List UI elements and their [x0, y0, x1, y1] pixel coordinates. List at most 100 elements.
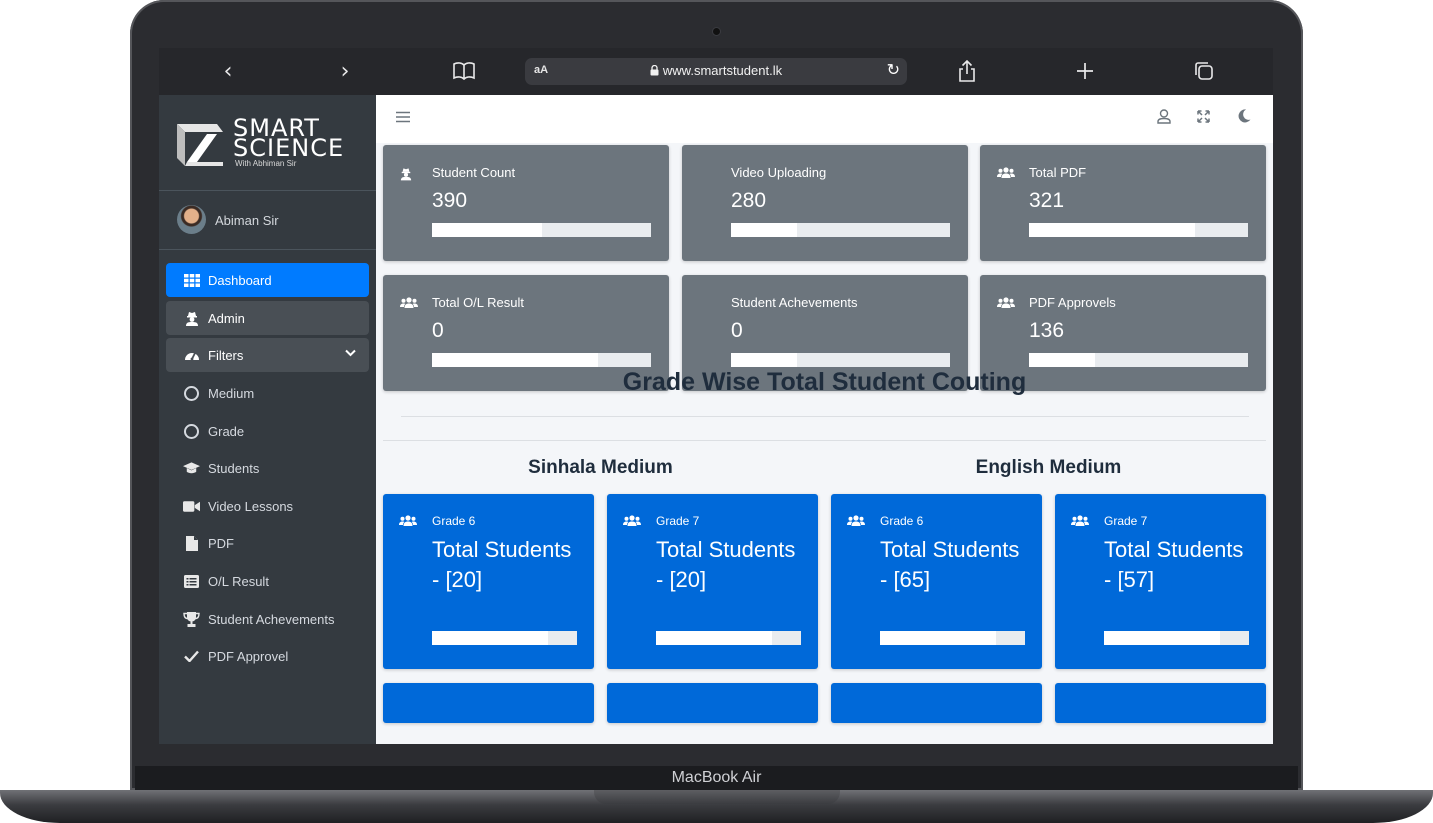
stat-label: PDF Approvels: [1029, 295, 1116, 310]
sidebar-item-label: Grade: [208, 424, 245, 439]
grade-card: Grade 7 Total Students - [20]: [607, 494, 818, 669]
progress-fill: [731, 223, 797, 237]
dark-mode-icon[interactable]: [1238, 109, 1251, 127]
sidebar-item-label: Filters: [208, 348, 244, 363]
fullscreen-icon[interactable]: [1197, 109, 1210, 127]
address-bar[interactable]: aA www.smartstudent.lk ↻: [525, 58, 907, 85]
chevron-down-icon[interactable]: [345, 346, 356, 360]
sidebar-item-ol-result[interactable]: O/L Result: [166, 564, 369, 598]
grade-label: Grade 6: [880, 514, 924, 528]
progress-bar: [432, 353, 651, 367]
grade-card: [607, 683, 818, 723]
sidebar-item-filters[interactable]: Filters: [166, 338, 369, 372]
stat-label: Video Uploading: [731, 165, 827, 180]
divider: [383, 440, 1266, 441]
video-icon: [183, 498, 200, 514]
users-icon: [1071, 515, 1089, 529]
grid-icon: [183, 272, 200, 288]
stat-value: 0: [432, 319, 444, 342]
sidebar-item-dashboard[interactable]: Dashboard: [166, 263, 369, 297]
progress-fill: [731, 353, 797, 367]
sidebar-item-pdf-approvel[interactable]: PDF Approvel: [166, 639, 369, 673]
sidebar-item-label: Dashboard: [208, 273, 272, 288]
progress-bar: [731, 353, 950, 367]
sidebar-item-students[interactable]: Students: [166, 451, 369, 485]
progress-bar: [1104, 631, 1249, 645]
grade-card: [1055, 683, 1266, 723]
stat-value: 0: [731, 319, 743, 342]
divider: [401, 416, 1249, 417]
user-secret-icon: [183, 310, 200, 326]
list-icon: [183, 573, 200, 589]
users-icon: [400, 297, 418, 311]
url-value: www.smartstudent.lk: [662, 63, 783, 78]
stat-label: Student Count: [432, 165, 516, 180]
sidebar-item-label: Students: [208, 461, 260, 476]
stat-value: 280: [731, 189, 767, 212]
grade-total: Total Students - [65]: [880, 537, 1020, 592]
stat-card-student-count: Student Count 390: [383, 145, 669, 261]
progress-bar: [432, 223, 651, 237]
progress-bar: [880, 631, 1025, 645]
progress-fill: [432, 631, 548, 645]
reload-icon[interactable]: ↻: [887, 60, 900, 79]
graduation-cap-icon: [183, 460, 200, 476]
grade-card: Grade 6 Total Students - [20]: [383, 494, 594, 669]
sidebar-item-medium[interactable]: Medium: [166, 376, 369, 410]
bookmarks-icon[interactable]: [449, 58, 479, 84]
forward-icon[interactable]: ›: [330, 58, 360, 84]
browser-toolbar: ‹ › aA www.smartstudent.lk ↻: [159, 48, 1273, 95]
grade-card: [383, 683, 594, 723]
stat-label: Total O/L Result: [432, 295, 525, 310]
progress-fill: [656, 631, 772, 645]
progress-fill: [880, 631, 996, 645]
progress-fill: [1104, 631, 1220, 645]
progress-bar: [1029, 223, 1248, 237]
page-heading: Grade Wise Total Student Couting: [622, 368, 1027, 396]
sinhala-medium-title: Sinhala Medium: [528, 457, 673, 478]
sidebar-item-pdf[interactable]: PDF: [166, 526, 369, 560]
menu-toggle-icon[interactable]: [396, 109, 410, 127]
users-icon: [623, 515, 641, 529]
sidebar-item-label: Video Lessons: [208, 499, 294, 514]
file-icon: [183, 535, 200, 551]
brand-logo[interactable]: SMART SCIENCE With Abhiman Sir: [177, 116, 367, 169]
main-content: Student Count 390 Video Uploading 280 To…: [376, 143, 1273, 744]
stat-label: Total PDF: [1029, 165, 1087, 180]
progress-fill: [1029, 223, 1196, 237]
top-navbar: [376, 95, 1273, 143]
sidebar-divider: [159, 190, 376, 191]
user-icon[interactable]: [1157, 109, 1171, 128]
logo-mark-icon: [177, 124, 223, 166]
grade-label: Grade 7: [656, 514, 700, 528]
new-tab-icon[interactable]: [1070, 58, 1100, 84]
grade-total: Total Students - [57]: [1104, 537, 1244, 592]
sidebar-item-video-lessons[interactable]: Video Lessons: [166, 489, 369, 523]
sidebar: SMART SCIENCE With Abhiman Sir Abiman Si…: [159, 95, 376, 744]
progress-bar: [731, 223, 950, 237]
sidebar-item-label: Admin: [208, 311, 245, 326]
circle-icon: [183, 385, 200, 401]
screen: ‹ › aA www.smartstudent.lk ↻ SMART SCIEN…: [159, 48, 1273, 744]
circle-icon: [183, 423, 200, 439]
sidebar-item-grade[interactable]: Grade: [166, 414, 369, 448]
back-icon[interactable]: ‹: [213, 58, 243, 84]
tachometer-icon: [183, 347, 200, 363]
users-icon: [399, 515, 417, 529]
grade-label: Grade 6: [432, 514, 476, 528]
stat-value: 136: [1029, 319, 1065, 342]
stat-card-video-uploading: Video Uploading 280: [682, 145, 968, 261]
sidebar-item-label: PDF: [208, 536, 234, 551]
lock-icon: [650, 64, 659, 76]
url-text: www.smartstudent.lk: [525, 63, 907, 78]
stat-card-total-pdf: Total PDF 321: [980, 145, 1266, 261]
sidebar-item-student-achevements[interactable]: Student Achevements: [166, 602, 369, 636]
avatar: [177, 205, 206, 234]
user-name: Abiman Sir: [215, 213, 279, 228]
user-panel[interactable]: Abiman Sir: [177, 205, 367, 235]
sidebar-item-admin[interactable]: Admin: [166, 301, 369, 335]
progress-bar: [432, 631, 577, 645]
share-icon[interactable]: [952, 58, 982, 84]
tabs-icon[interactable]: [1189, 58, 1219, 84]
sidebar-item-label: Student Achevements: [208, 612, 335, 627]
